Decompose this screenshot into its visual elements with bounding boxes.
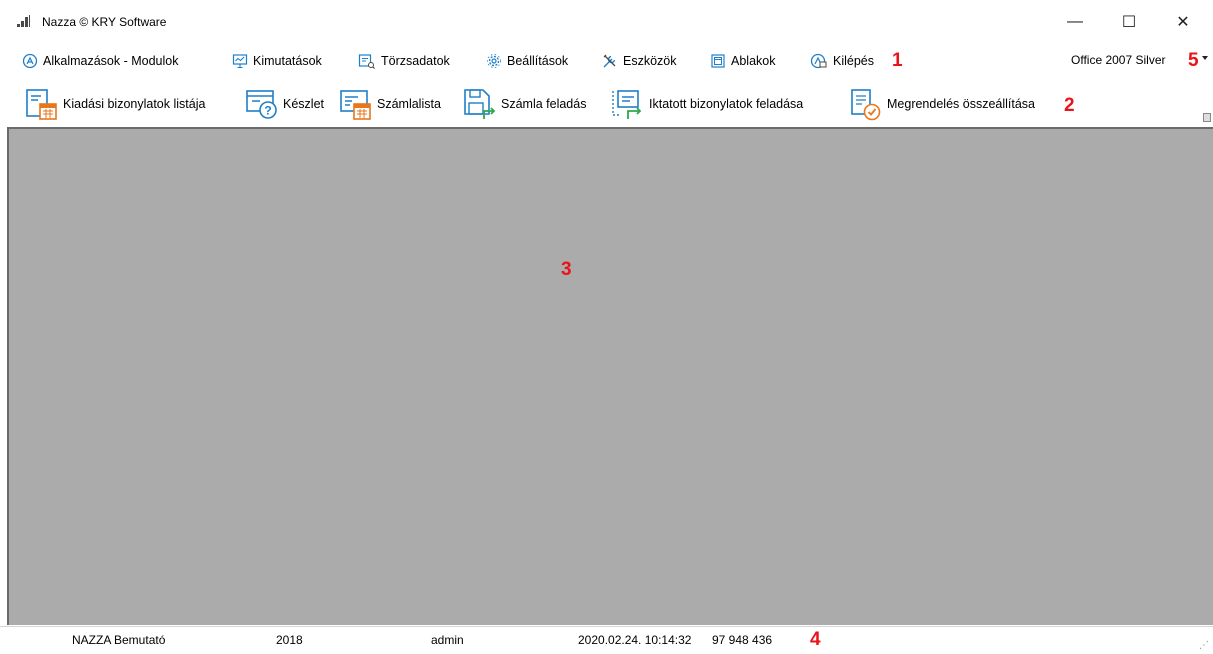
menu-item-label: Ablakok: [731, 54, 776, 68]
tools-icon: [603, 54, 616, 68]
chart-icon: [232, 54, 248, 69]
menu-item-windows[interactable]: Ablakok: [710, 51, 775, 71]
callout-marker-status: 4: [810, 629, 821, 650]
menu-bar: Alkalmazások - Modulok Kimutatások Törzs…: [0, 46, 1213, 76]
document-calendar-icon: [26, 89, 57, 120]
status-user: admin: [431, 633, 464, 647]
menu-item-label: Törzsadatok: [381, 54, 450, 68]
order-check-icon: [851, 89, 881, 121]
menu-item-label: Beállítások: [507, 54, 569, 68]
windows-icon: [711, 54, 725, 68]
resize-grip-icon[interactable]: ⋰: [1199, 640, 1210, 651]
tool-label: Számla feladás: [501, 97, 587, 111]
menu-item-applications[interactable]: Alkalmazások - Modulok: [22, 51, 178, 71]
menu-item-label: Eszközök: [623, 54, 677, 68]
tool-stock[interactable]: ? Készlet: [244, 86, 324, 122]
tool-issue-documents-list[interactable]: Kiadási bizonylatok listája: [24, 86, 205, 122]
menu-item-label: Kimutatások: [253, 54, 322, 68]
registered-send-icon: [612, 90, 642, 119]
menu-item-tools[interactable]: Eszközök: [602, 51, 677, 71]
menu-item-reports[interactable]: Kimutatások: [232, 51, 322, 71]
theme-select-value: Office 2007 Silver: [1071, 53, 1166, 67]
invoice-list-icon: [340, 90, 371, 120]
chevron-down-icon[interactable]: [1202, 56, 1208, 60]
stock-question-icon: ?: [246, 90, 277, 119]
callout-marker-menu: 1: [892, 50, 903, 71]
status-datetime: 2020.02.24. 10:14:32: [578, 633, 692, 647]
apps-icon: [22, 53, 38, 69]
gear-icon: [487, 54, 501, 68]
toolbar-overflow-button[interactable]: [1203, 113, 1211, 122]
title-bar: Nazza © KRY Software — ☐ ✕: [0, 0, 1213, 43]
master-data-icon: [358, 54, 375, 69]
menu-item-label: Alkalmazások - Modulok: [43, 54, 179, 68]
menu-item-exit[interactable]: Kilépés: [810, 51, 874, 71]
menu-item-settings[interactable]: Beállítások: [486, 51, 568, 71]
tool-label: Megrendelés összeállítása: [887, 97, 1035, 111]
callout-marker-toolbar: 2: [1064, 95, 1075, 116]
tool-label: Kiadási bizonylatok listája: [63, 97, 206, 111]
tool-label: Készlet: [283, 97, 324, 111]
invoice-send-icon: [464, 89, 496, 119]
tool-invoice-list[interactable]: Számlalista: [338, 86, 441, 122]
status-bar: NAZZA Bemutató 2018 admin 2020.02.24. 10…: [0, 626, 1213, 654]
tool-invoice-send[interactable]: Számla feladás: [462, 86, 586, 122]
status-number: 97 948 436: [712, 633, 773, 647]
exit-icon: [810, 53, 827, 69]
tool-label: Számlalista: [377, 97, 441, 111]
app-icon: [17, 15, 30, 27]
svg-text:?: ?: [264, 104, 271, 118]
menu-item-label: Kilépés: [833, 54, 874, 68]
minimize-button[interactable]: —: [1052, 0, 1098, 43]
toolbar: Kiadási bizonylatok listája ? Készlet Sz…: [0, 82, 1213, 128]
tool-order-assembly[interactable]: Megrendelés összeállítása: [848, 86, 1035, 122]
status-year: 2018: [276, 633, 303, 647]
maximize-button[interactable]: ☐: [1106, 0, 1152, 43]
status-company: NAZZA Bemutató: [72, 633, 166, 647]
tool-label: Iktatott bizonylatok feladása: [649, 97, 804, 111]
close-button[interactable]: ✕: [1160, 0, 1206, 43]
callout-marker-workspace: 3: [561, 259, 572, 280]
mdi-workspace[interactable]: 3: [7, 127, 1213, 625]
menu-item-master-data[interactable]: Törzsadatok: [358, 51, 450, 71]
callout-marker-theme: 5: [1188, 50, 1199, 71]
window-title: Nazza © KRY Software: [42, 15, 167, 29]
tool-registered-documents-send[interactable]: Iktatott bizonylatok feladása: [610, 86, 803, 122]
